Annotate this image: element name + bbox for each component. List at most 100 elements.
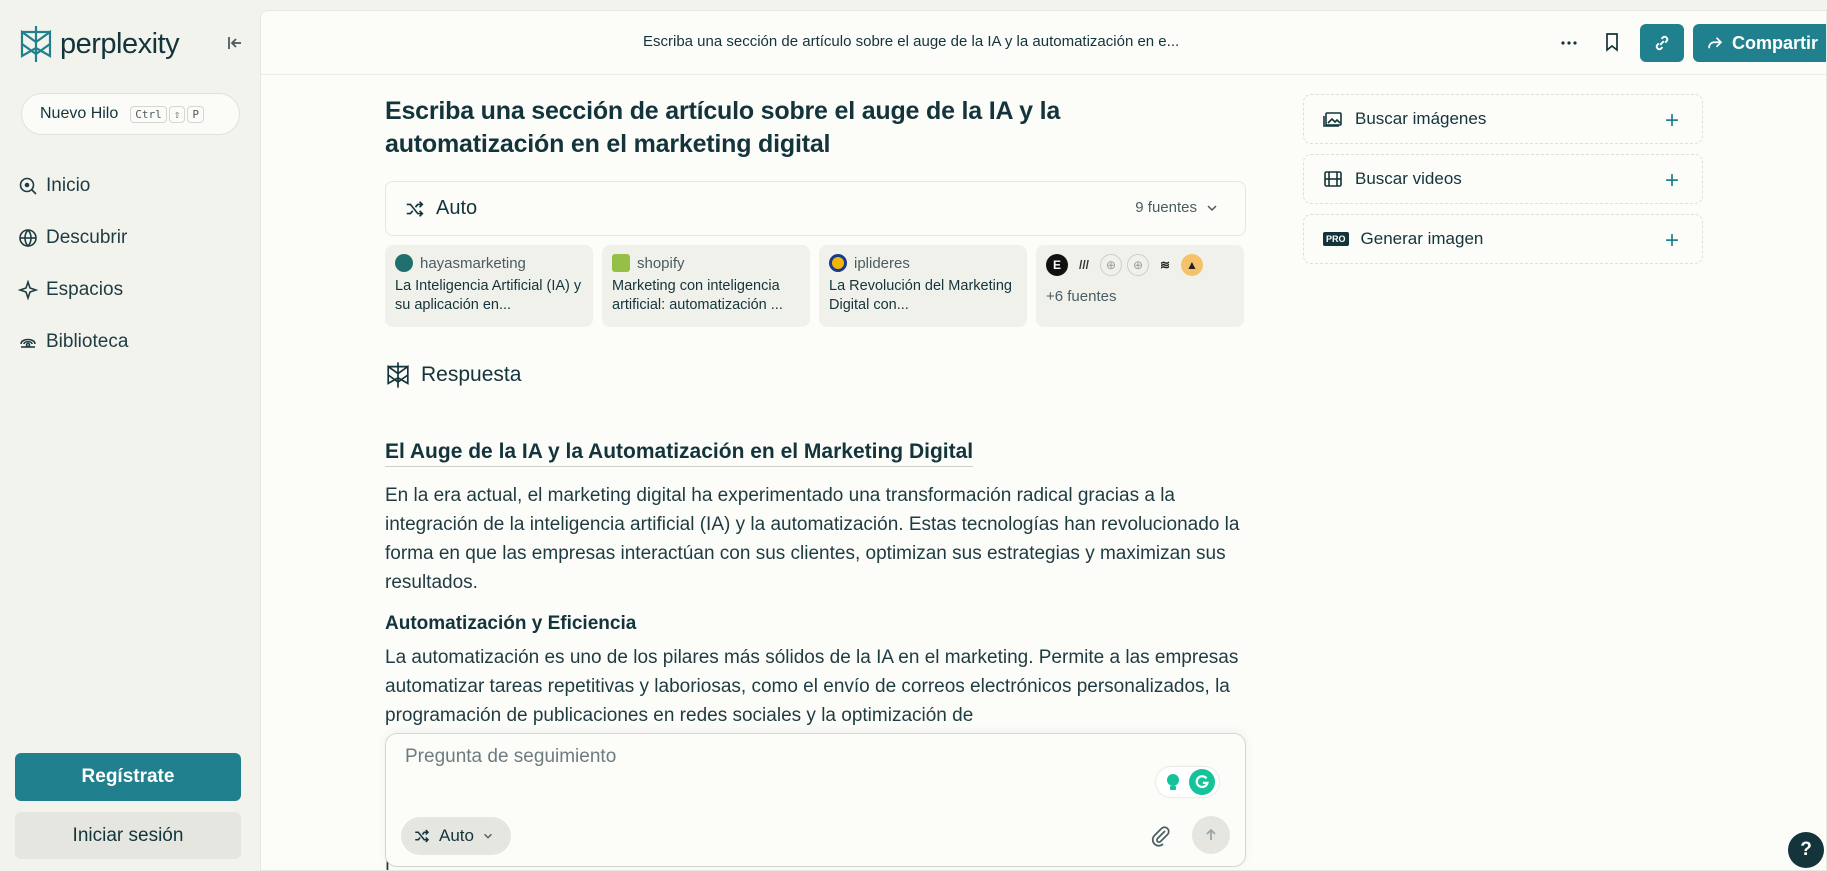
new-thread-label: Nuevo Hilo — [40, 105, 119, 122]
share-label: Compartir — [1731, 32, 1818, 53]
copy-link-button[interactable] — [1640, 24, 1684, 62]
question-title: Escriba una sección de artículo sobre el… — [385, 97, 1061, 158]
source-card[interactable]: hayasmarketing La Inteligencia Artificia… — [385, 245, 593, 327]
sidebar-nav: Inicio Descubrir Espacios Biblioteca — [18, 160, 128, 368]
kbd-p: P — [187, 105, 205, 123]
source-title: Marketing con inteligencia artificial: a… — [612, 278, 783, 313]
sources-toggle[interactable]: Auto 9 fuentes — [385, 181, 1246, 236]
home-search-icon — [19, 177, 37, 195]
answer-subheading: Automatización y Eficiencia — [385, 613, 637, 634]
followup-input[interactable] — [405, 746, 1105, 768]
answer-label: Respuesta — [421, 363, 522, 386]
sidebar-item-espacios[interactable]: Espacios — [18, 264, 128, 316]
sidebar-item-biblioteca[interactable]: Biblioteca — [18, 316, 128, 368]
followup-mode-label: Auto — [439, 826, 474, 845]
followup-box: Auto — [385, 733, 1246, 867]
new-thread-shortcut: Ctrl ⇧ P — [130, 105, 205, 123]
right-panel: Buscar imágenes + Buscar videos + PRO Ge… — [1303, 94, 1703, 274]
shuffle-icon — [406, 200, 424, 217]
arrow-up-icon — [1206, 828, 1216, 840]
sparkle-icon — [18, 280, 38, 300]
shopify-favicon-icon — [612, 254, 630, 272]
mountain-favicon-icon: ▲ — [1181, 254, 1203, 276]
link-icon — [1655, 35, 1669, 51]
answer-intro: En la era actual, el marketing digital h… — [385, 485, 1240, 593]
search-images-button[interactable]: Buscar imágenes + — [1303, 94, 1703, 144]
kbd-ctrl: Ctrl — [130, 105, 167, 123]
globe-favicon-icon: ⊕ — [1100, 254, 1122, 276]
generate-image-button[interactable]: PRO Generar imagen + — [1303, 214, 1703, 264]
top-bar: Escriba una sección de artículo sobre el… — [261, 11, 1826, 75]
send-button[interactable] — [1192, 816, 1230, 854]
main-panel: Escriba una sección de artículo sobre el… — [260, 10, 1827, 871]
grammarly-icon[interactable] — [1189, 769, 1215, 795]
e-favicon-icon: E — [1046, 254, 1068, 276]
hayasmarketing-favicon-icon — [395, 254, 413, 272]
perplexity-answer-icon — [387, 362, 409, 388]
share-icon — [1708, 37, 1723, 49]
sidebar-item-label: Descubrir — [46, 227, 128, 248]
source-site: iplideres — [854, 254, 910, 272]
source-header: hayasmarketing — [395, 254, 583, 272]
search-videos-button[interactable]: Buscar videos + — [1303, 154, 1703, 204]
sources-list: hayasmarketing La Inteligencia Artificia… — [385, 245, 1244, 327]
lightbulb-icon[interactable] — [1160, 769, 1186, 795]
help-button[interactable]: ? — [1788, 832, 1824, 868]
source-title: La Revolución del Marketing Digital con.… — [829, 278, 1012, 313]
logo[interactable]: perplexity — [18, 24, 180, 64]
signup-button[interactable]: Regístrate — [15, 753, 241, 801]
sidebar-item-descubrir[interactable]: Descubrir — [18, 212, 128, 264]
paperclip-icon[interactable] — [1149, 824, 1173, 848]
logo-text: perplexity — [60, 27, 180, 60]
grammarly-widget[interactable] — [1156, 767, 1219, 797]
bookmark-icon[interactable] — [1600, 30, 1624, 54]
source-header: iplideres — [829, 254, 1017, 272]
library-icon — [20, 338, 36, 348]
shuffle-icon — [415, 829, 430, 843]
sidebar-item-label: Espacios — [46, 279, 124, 300]
plus-icon: + — [1664, 227, 1679, 254]
source-card[interactable]: shopify Marketing con inteligencia artif… — [602, 245, 810, 327]
more-sources-label: +6 fuentes — [1046, 288, 1117, 305]
search-videos-label: Buscar videos — [1355, 169, 1462, 188]
globe-favicon-icon: ⊕ — [1127, 254, 1149, 276]
sources-count-label: 9 fuentes — [1135, 199, 1197, 216]
perplexity-logo-icon — [20, 26, 52, 62]
video-icon — [1324, 171, 1342, 187]
more-options-icon[interactable] — [1557, 31, 1581, 55]
plus-icon: + — [1664, 107, 1679, 134]
more-sources-favicons: E /// ⊕ ⊕ ≋ ▲ — [1046, 254, 1234, 276]
followup-mode-selector[interactable]: Auto — [401, 817, 511, 855]
source-site: hayasmarketing — [420, 254, 526, 272]
more-sources-card[interactable]: E /// ⊕ ⊕ ≋ ▲ +6 fuentes — [1036, 245, 1244, 327]
plus-icon: + — [1664, 167, 1679, 194]
sidebar: perplexity Nuevo Hilo Ctrl ⇧ P Inicio De… — [0, 0, 260, 871]
globe-icon — [19, 229, 37, 248]
generate-image-label: Generar imagen — [1360, 229, 1484, 248]
source-card[interactable]: iplideres La Revolución del Marketing Di… — [819, 245, 1027, 327]
wave-favicon-icon: ≋ — [1159, 258, 1171, 272]
chevron-down-icon — [1207, 204, 1217, 211]
thread-title: Escriba una sección de artículo sobre el… — [643, 33, 1180, 50]
source-header: shopify — [612, 254, 800, 272]
new-thread-button[interactable]: Nuevo Hilo Ctrl ⇧ P — [21, 93, 240, 135]
sidebar-item-label: Inicio — [46, 175, 91, 196]
pro-badge-icon: PRO — [1323, 232, 1349, 246]
chevron-down-icon — [484, 833, 492, 839]
share-button[interactable]: Compartir — [1693, 24, 1826, 62]
source-site: shopify — [637, 254, 685, 272]
kbd-shift: ⇧ — [168, 105, 186, 123]
iplideres-favicon-icon — [829, 254, 847, 272]
answer-subtext: La automatización es uno de los pilares … — [385, 647, 1239, 726]
image-icon — [1323, 112, 1342, 127]
search-images-label: Buscar imágenes — [1355, 109, 1487, 128]
answer-header: Respuesta — [385, 361, 521, 389]
sidebar-item-label: Biblioteca — [46, 331, 129, 352]
source-title: La Inteligencia Artificial (IA) y su apl… — [395, 278, 582, 313]
collapse-sidebar-icon[interactable] — [224, 32, 246, 54]
login-button[interactable]: Iniciar sesión — [15, 812, 241, 859]
sidebar-item-inicio[interactable]: Inicio — [18, 160, 128, 212]
sources-count[interactable]: 9 fuentes — [1135, 199, 1219, 216]
answer-heading: El Auge de la IA y la Automatización en … — [385, 440, 974, 467]
slashes-favicon-icon: /// — [1078, 258, 1089, 272]
